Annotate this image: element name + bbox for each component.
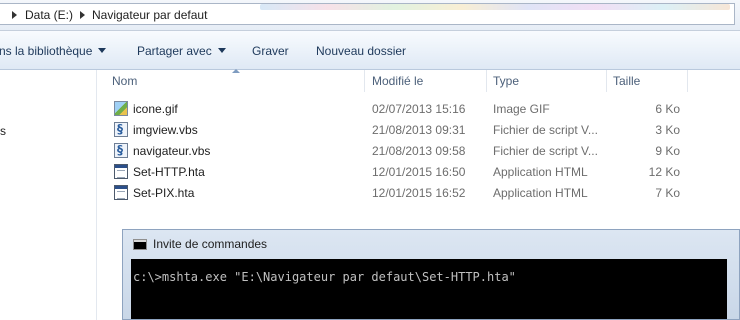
breadcrumb-chevron-icon[interactable] bbox=[80, 11, 85, 19]
console-area[interactable]: c:\>mshta.exe "E:\Navigateur par defaut\… bbox=[131, 259, 727, 319]
file-modified: 21/08/2013 09:58 bbox=[372, 144, 466, 158]
column-divider[interactable] bbox=[606, 70, 607, 92]
command-toolbar: ns la bibliothèque Partager avec Graver … bbox=[0, 31, 740, 70]
new-folder-button[interactable]: Nouveau dossier bbox=[316, 44, 406, 58]
column-header-size[interactable]: Taille bbox=[613, 74, 640, 88]
blurred-background-strip bbox=[260, 4, 730, 10]
hta-application-icon bbox=[114, 185, 128, 200]
file-modified: 12/01/2015 16:50 bbox=[372, 165, 466, 179]
file-size: 6 Ko bbox=[655, 102, 680, 116]
file-row[interactable]: imgview.vbs 21/08/2013 09:31 Fichier de … bbox=[110, 120, 690, 141]
file-modified: 02/07/2013 15:16 bbox=[372, 102, 466, 116]
console-command-line: c:\>mshta.exe "E:\Navigateur par defaut\… bbox=[133, 270, 516, 284]
file-row[interactable]: Set-PIX.hta 12/01/2015 16:52 Application… bbox=[110, 183, 690, 204]
include-in-library-button[interactable]: ns la bibliothèque bbox=[0, 44, 107, 58]
include-in-library-label: ns la bibliothèque bbox=[0, 44, 93, 58]
file-size: 3 Ko bbox=[655, 123, 680, 137]
file-modified: 12/01/2015 16:52 bbox=[372, 186, 466, 200]
breadcrumb-drive[interactable]: Data (E:) bbox=[25, 8, 73, 22]
breadcrumb-chevron-icon[interactable] bbox=[12, 11, 17, 19]
file-name[interactable]: Set-HTTP.hta bbox=[133, 165, 205, 179]
sort-ascending-icon bbox=[232, 69, 240, 73]
window-title: Invite de commandes bbox=[153, 237, 268, 251]
column-header-type[interactable]: Type bbox=[493, 74, 519, 88]
breadcrumb-folder[interactable]: Navigateur par defaut bbox=[92, 8, 207, 22]
dropdown-arrow-icon bbox=[98, 48, 107, 53]
column-divider[interactable] bbox=[486, 70, 487, 92]
file-row[interactable]: navigateur.vbs 21/08/2013 09:58 Fichier … bbox=[110, 141, 690, 162]
nav-item-partial[interactable]: s bbox=[0, 124, 6, 138]
file-type: Image GIF bbox=[493, 102, 550, 116]
file-size: 7 Ko bbox=[655, 186, 680, 200]
console-icon bbox=[133, 239, 147, 250]
file-row[interactable]: Set-HTTP.hta 12/01/2015 16:50 Applicatio… bbox=[110, 162, 690, 183]
column-divider[interactable] bbox=[687, 70, 688, 92]
file-size: 12 Ko bbox=[648, 165, 680, 179]
share-with-label: Partager avec bbox=[137, 44, 212, 58]
column-header-modified[interactable]: Modifié le bbox=[372, 74, 423, 88]
file-name[interactable]: navigateur.vbs bbox=[133, 144, 210, 158]
file-type: Fichier de script V... bbox=[493, 144, 598, 158]
file-modified: 21/08/2013 09:31 bbox=[372, 123, 466, 137]
column-divider[interactable] bbox=[364, 70, 365, 92]
file-name[interactable]: imgview.vbs bbox=[133, 123, 198, 137]
vbs-script-icon bbox=[114, 122, 128, 137]
column-header-name[interactable]: Nom bbox=[112, 74, 137, 88]
file-type: Application HTML bbox=[493, 165, 588, 179]
file-size: 9 Ko bbox=[655, 144, 680, 158]
file-type: Application HTML bbox=[493, 186, 588, 200]
hta-application-icon bbox=[114, 164, 128, 179]
navigation-pane[interactable]: s bbox=[0, 70, 97, 320]
file-row[interactable]: icone.gif 02/07/2013 15:16 Image GIF 6 K… bbox=[110, 99, 690, 120]
dropdown-arrow-icon bbox=[217, 48, 226, 53]
file-name[interactable]: icone.gif bbox=[133, 102, 178, 116]
address-bar: Data (E:) Navigateur par defaut bbox=[0, 0, 740, 31]
file-type: Fichier de script V... bbox=[493, 123, 598, 137]
file-name[interactable]: Set-PIX.hta bbox=[133, 186, 194, 200]
burn-button[interactable]: Graver bbox=[252, 44, 289, 58]
column-headers: Nom Modifié le Type Taille bbox=[97, 69, 740, 92]
gif-image-icon bbox=[114, 101, 128, 116]
vbs-script-icon bbox=[114, 143, 128, 158]
command-prompt-window[interactable]: Invite de commandes c:\>mshta.exe "E:\Na… bbox=[122, 229, 740, 320]
share-with-button[interactable]: Partager avec bbox=[137, 44, 226, 58]
